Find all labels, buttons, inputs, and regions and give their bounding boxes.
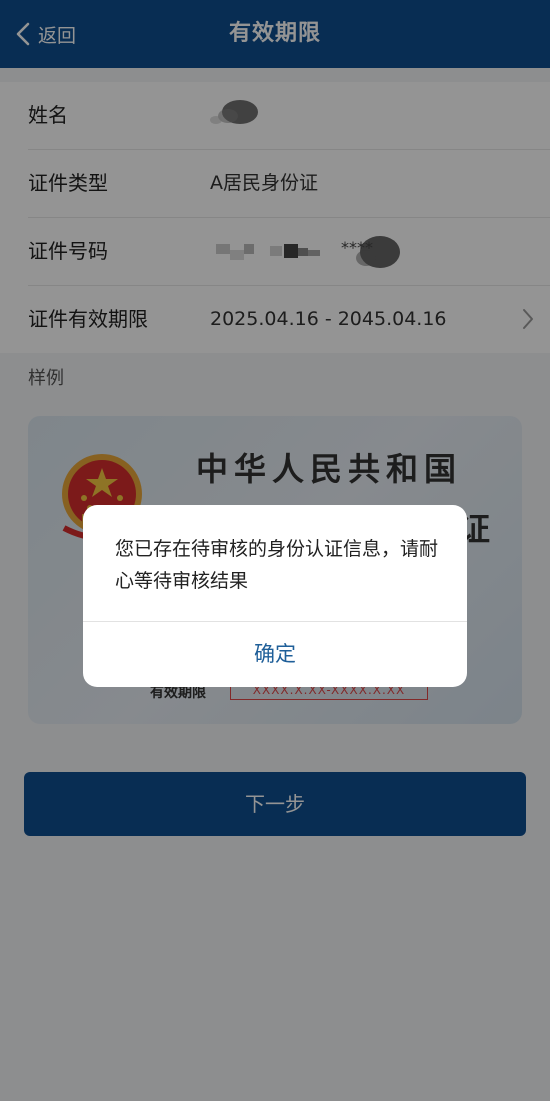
dialog-message: 您已存在待审核的身份认证信息，请耐心等待审核结果 [115, 538, 439, 592]
confirm-button[interactable]: 确定 [83, 622, 467, 687]
alert-dialog: 您已存在待审核的身份认证信息，请耐心等待审核结果 确定 [83, 505, 467, 687]
